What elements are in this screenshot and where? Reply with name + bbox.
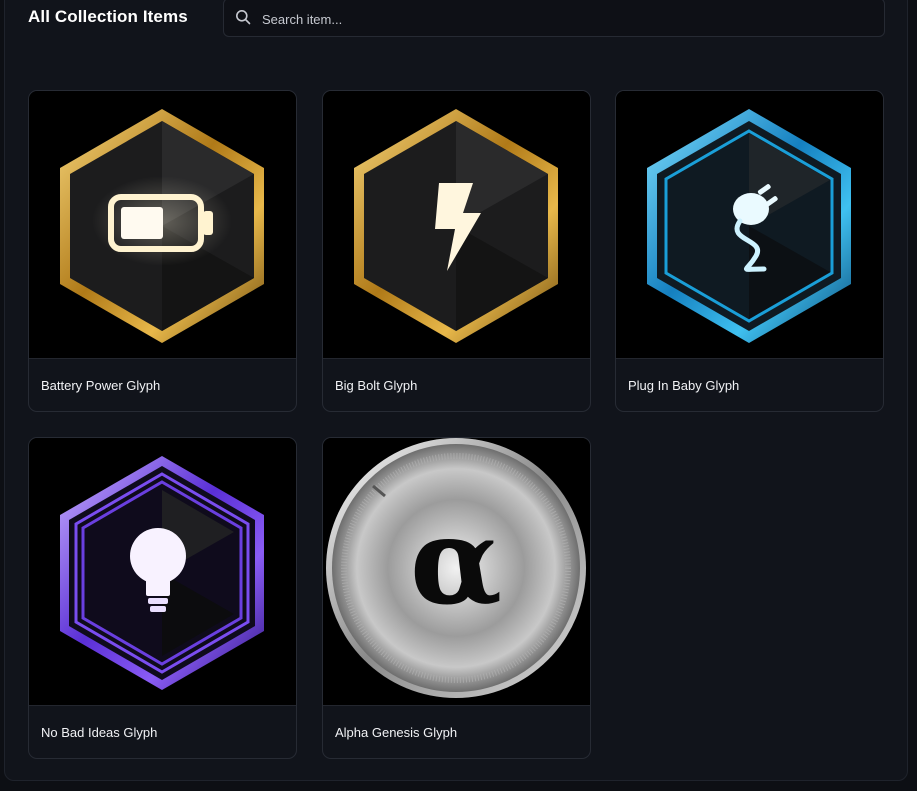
item-thumbnail: α [323, 438, 590, 706]
collection-card-plug-in-baby[interactable]: Plug In Baby Glyph [615, 90, 884, 412]
search-icon [236, 10, 251, 25]
alpha-coin-icon: α [326, 438, 586, 698]
alpha-symbol: α [410, 491, 502, 632]
search-box[interactable] [223, 0, 885, 37]
page-title: All Collection Items [28, 7, 188, 26]
item-name: Alpha Genesis Glyph [335, 725, 458, 740]
item-thumbnail [323, 91, 590, 359]
item-thumbnail [29, 438, 296, 706]
item-name: Plug In Baby Glyph [628, 378, 740, 393]
collection-card-big-bolt[interactable]: Big Bolt Glyph [322, 90, 591, 412]
collection-card-alpha-genesis[interactable]: α Alpha Genesis Glyph [322, 437, 591, 759]
collection-card-no-bad-ideas[interactable]: No Bad Ideas Glyph [28, 437, 297, 759]
item-thumbnail [616, 91, 883, 359]
item-name: Battery Power Glyph [41, 378, 161, 393]
lightbulb-icon [60, 456, 264, 690]
lightning-bolt-icon [354, 109, 558, 343]
item-name: Big Bolt Glyph [335, 378, 418, 393]
plug-icon [647, 109, 851, 343]
search-input[interactable] [260, 5, 864, 33]
battery-icon [60, 109, 264, 343]
item-thumbnail [29, 91, 296, 359]
collection-card-battery-power[interactable]: Battery Power Glyph [28, 90, 297, 412]
item-name: No Bad Ideas Glyph [41, 725, 158, 740]
